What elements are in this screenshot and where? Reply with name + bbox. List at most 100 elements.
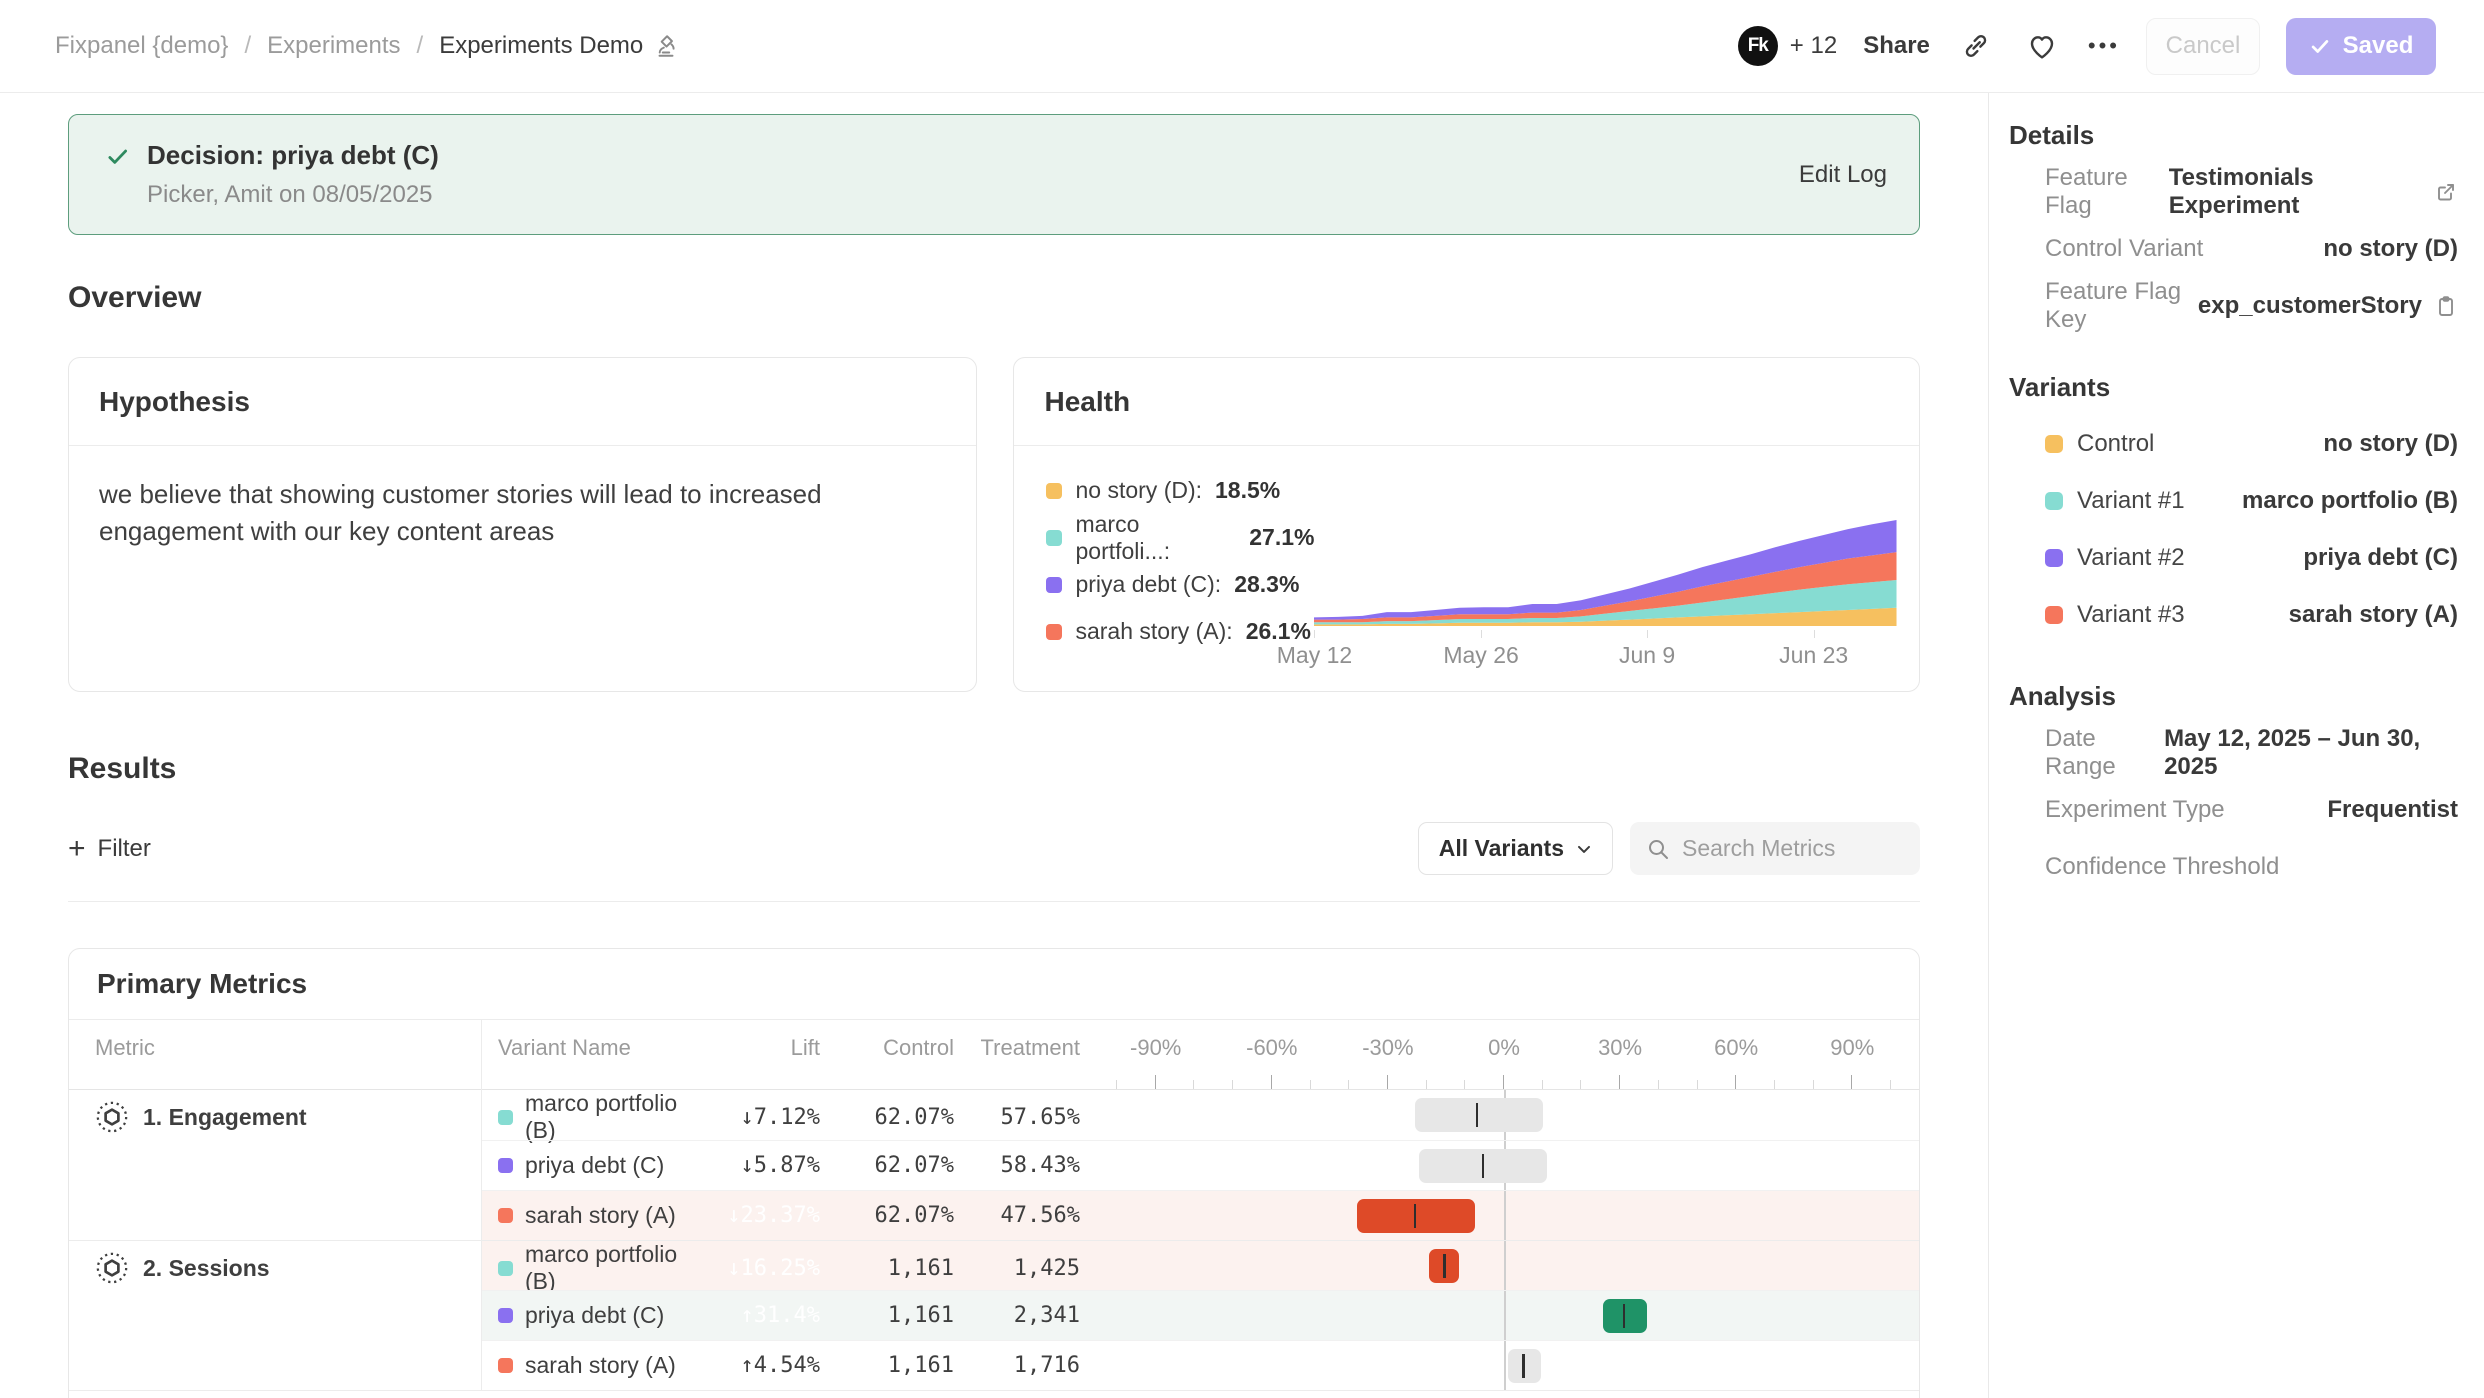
confidence-interval-cell [1110, 1090, 1920, 1144]
breadcrumb-current[interactable]: Experiments Demo [439, 32, 679, 60]
results-heading: Results [68, 752, 1920, 786]
saved-button[interactable]: Saved [2286, 18, 2436, 75]
detail-label: Feature Flag [2045, 164, 2169, 220]
confidence-interval-bar [1419, 1149, 1547, 1183]
spacer-cell [1080, 1290, 1110, 1340]
lift-axis-tick [1387, 1075, 1388, 1089]
edit-log-button[interactable]: Edit Log [1799, 161, 1887, 189]
col-metric: Metric [95, 1035, 155, 1061]
lift-axis-label: 0% [1488, 1035, 1520, 1061]
legend-value: 26.1% [1246, 618, 1311, 645]
variant-cell: priya debt (C) [482, 1140, 702, 1190]
plus-icon: + [68, 837, 86, 861]
lift-cell: ↓23.37% [702, 1190, 834, 1240]
x-axis-tick [1481, 630, 1482, 638]
avatar[interactable]: Fk [1738, 26, 1778, 66]
x-axis-tick [1647, 630, 1648, 638]
detail-value[interactable]: Testimonials Experiment [2169, 164, 2458, 220]
collaborator-count[interactable]: + 12 [1790, 32, 1837, 60]
lift-axis-tick [1619, 1075, 1620, 1089]
share-button[interactable]: Share [1863, 32, 1930, 60]
metric-row[interactable]: priya debt (C)↑31.4%1,1612,341 [69, 1290, 1919, 1340]
col-lift: Lift [791, 1035, 820, 1061]
variant-color-chip [498, 1110, 513, 1125]
lift-value: ↓5.87% [741, 1153, 820, 1178]
lift-axis-tick [1310, 1080, 1311, 1089]
variant-label: Control [2077, 430, 2154, 458]
variant-key: Variant #3 [2045, 601, 2185, 629]
legend-value: 28.3% [1234, 571, 1299, 598]
metric-row[interactable]: 2. Sessionsmarco portfolio (B)↓16.25%1,1… [69, 1240, 1919, 1290]
add-filter-button[interactable]: + Filter [68, 835, 151, 863]
lift-cell: ↓5.87% [702, 1140, 834, 1190]
ci-median-line [1476, 1103, 1479, 1127]
treatment-value: 47.56% [954, 1190, 1080, 1240]
detail-label: Control Variant [2045, 235, 2203, 263]
cancel-button[interactable]: Cancel [2146, 18, 2260, 75]
detail-row: Control Variantno story (D) [2009, 220, 2458, 277]
favorite-heart-icon[interactable] [2022, 26, 2062, 66]
ci-median-line [1414, 1204, 1417, 1228]
lift-axis-tick [1735, 1075, 1736, 1089]
hypothesis-title: Hypothesis [69, 358, 976, 446]
metric-row[interactable]: priya debt (C)↓5.87%62.07%58.43% [69, 1140, 1919, 1190]
detail-value[interactable]: exp_customerStory [2198, 292, 2458, 320]
spacer-cell [1080, 1190, 1110, 1240]
health-chart: May 12May 26Jun 9Jun 23 [1314, 472, 1905, 670]
lift-axis-tick [1348, 1080, 1349, 1089]
analysis-value: May 12, 2025 – Jun 30, 2025 [2164, 725, 2458, 781]
ci-median-line [1623, 1304, 1626, 1328]
lift-axis-tick [1464, 1080, 1465, 1089]
health-area-chart [1314, 514, 1897, 626]
variant-name: sarah story (A) [525, 1352, 676, 1379]
hypothesis-text[interactable]: we believe that showing customer stories… [69, 446, 976, 550]
search-metrics-box [1630, 822, 1920, 875]
copy-link-icon[interactable] [1956, 26, 1996, 66]
variant-name: priya debt (C) [525, 1152, 664, 1179]
variant-value: priya debt (C) [2303, 544, 2458, 572]
external-link-icon[interactable] [2434, 180, 2458, 204]
confidence-interval-bar [1429, 1249, 1460, 1283]
lift-axis-tick [1658, 1080, 1659, 1089]
metric-row[interactable]: sarah story (A)↑4.54%1,1611,716 [69, 1340, 1919, 1390]
lift-axis-tick [1580, 1080, 1581, 1089]
copy-icon[interactable] [2434, 294, 2458, 318]
legend-label: no story (D): [1075, 477, 1202, 504]
legend-swatch [1046, 483, 1062, 499]
microscope-icon [653, 33, 679, 59]
variant-label: Variant #2 [2077, 544, 2185, 572]
lift-cell: ↑4.54% [702, 1340, 834, 1390]
variant-cell: priya debt (C) [482, 1290, 702, 1340]
more-options-button[interactable]: ••• [2088, 33, 2120, 59]
zero-gridline [1504, 1341, 1506, 1390]
control-value: 62.07% [834, 1190, 954, 1240]
metric-name-cell [69, 1190, 482, 1240]
variant-name: priya debt (C) [525, 1302, 664, 1329]
breadcrumb-project[interactable]: Fixpanel {demo} [55, 32, 228, 60]
search-metrics-input[interactable] [1682, 835, 1892, 862]
lift-axis-tick [1271, 1075, 1272, 1089]
top-actions: Fk + 12 Share ••• Cancel Saved [1738, 18, 2436, 75]
variant-key: Control [2045, 430, 2154, 458]
add-metric-button[interactable]: + Add [69, 1390, 1919, 1398]
lift-axis-label: 60% [1714, 1035, 1758, 1061]
overview-heading: Overview [68, 281, 1920, 315]
metric-name-cell: 1. Engagement [69, 1090, 482, 1144]
variant-cell: marco portfolio (B) [482, 1090, 702, 1144]
treatment-value: 1,425 [954, 1241, 1080, 1295]
experiment-page: Fixpanel {demo} / Experiments / Experime… [0, 0, 2484, 1398]
metric-name: 2. Sessions [143, 1255, 270, 1282]
metric-row[interactable]: sarah story (A)↓23.37%62.07%47.56% [69, 1190, 1919, 1240]
check-icon [2309, 35, 2331, 57]
all-variants-dropdown[interactable]: All Variants [1418, 822, 1613, 875]
main-content: Decision: priya debt (C) Picker, Amit on… [0, 93, 1988, 1398]
variant-label: Variant #1 [2077, 487, 2185, 515]
zero-gridline [1504, 1291, 1506, 1340]
lift-axis-tick [1851, 1075, 1852, 1089]
confidence-interval-cell [1110, 1290, 1920, 1340]
metric-row[interactable]: 1. Engagementmarco portfolio (B)↓7.12%62… [69, 1090, 1919, 1140]
detail-value-text: Testimonials Experiment [2169, 164, 2422, 220]
lift-axis-tick [1155, 1075, 1156, 1089]
confidence-interval-bar [1357, 1199, 1475, 1233]
breadcrumb-experiments[interactable]: Experiments [267, 32, 400, 60]
